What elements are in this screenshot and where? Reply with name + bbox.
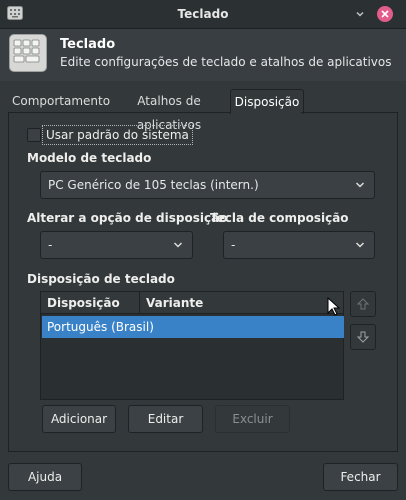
- window-title: Teclado: [177, 7, 229, 21]
- move-down-button[interactable]: [350, 324, 376, 350]
- mouse-cursor-icon: [327, 296, 341, 317]
- layout-option-label: Alterar a opção de disposição: [27, 211, 228, 225]
- arrow-up-icon: [356, 298, 370, 310]
- header-subtitle: Edite configurações de teclado e atalhos…: [60, 55, 392, 69]
- use-system-default-checkbox[interactable]: [27, 128, 41, 142]
- close-icon: [381, 10, 389, 18]
- keyboard-layout-label: Disposição de teclado: [27, 272, 175, 286]
- keyboard-model-select[interactable]: PC Genérico de 105 teclas (intern.): [40, 171, 375, 199]
- title-bar: Teclado: [0, 0, 406, 29]
- edit-button[interactable]: Editar: [128, 405, 203, 433]
- active-tab-join: [231, 112, 301, 114]
- compose-key-value: -: [231, 238, 236, 252]
- chevron-down-icon: [355, 182, 365, 188]
- use-system-default-label[interactable]: Usar padrão do sistema: [42, 125, 193, 145]
- keyboard-model-value: PC Genérico de 105 teclas (intern.): [48, 178, 259, 192]
- add-button[interactable]: Adicionar: [42, 405, 116, 433]
- chevron-down-icon[interactable]: [352, 6, 368, 22]
- tab-atalhos-de-aplicativos[interactable]: Atalhos de aplicativos: [110, 89, 228, 132]
- arrow-down-icon: [356, 331, 370, 343]
- close-button[interactable]: Fechar: [323, 463, 398, 491]
- keyboard-model-label: Modelo de teclado: [27, 151, 152, 165]
- close-window-button[interactable]: [377, 6, 393, 22]
- compose-key-label: Tecla de composição: [210, 211, 349, 225]
- chevron-down-icon: [355, 242, 365, 248]
- keyboard-layout-list[interactable]: Disposição Variante Português (Brasil): [40, 291, 344, 400]
- chevron-down-icon: [173, 242, 183, 248]
- layout-option-select[interactable]: -: [40, 231, 193, 259]
- remove-button[interactable]: Excluir: [215, 405, 290, 433]
- keyboard-icon: [9, 34, 47, 72]
- move-up-button[interactable]: [350, 291, 376, 317]
- column-header-layout[interactable]: Disposição: [41, 292, 140, 314]
- table-row[interactable]: Português (Brasil): [42, 316, 344, 338]
- help-button[interactable]: Ajuda: [8, 463, 82, 491]
- row-layout-cell: Português (Brasil): [47, 320, 154, 334]
- compose-key-select[interactable]: -: [223, 231, 375, 259]
- tab-disposicao[interactable]: Disposição: [230, 89, 304, 114]
- tab-comportamento[interactable]: Comportamento: [12, 89, 110, 113]
- column-header-variant[interactable]: Variante: [140, 292, 343, 314]
- header-title: Teclado: [60, 37, 116, 52]
- layout-option-value: -: [48, 238, 53, 252]
- app-header: Teclado Edite configurações de teclado e…: [0, 29, 406, 81]
